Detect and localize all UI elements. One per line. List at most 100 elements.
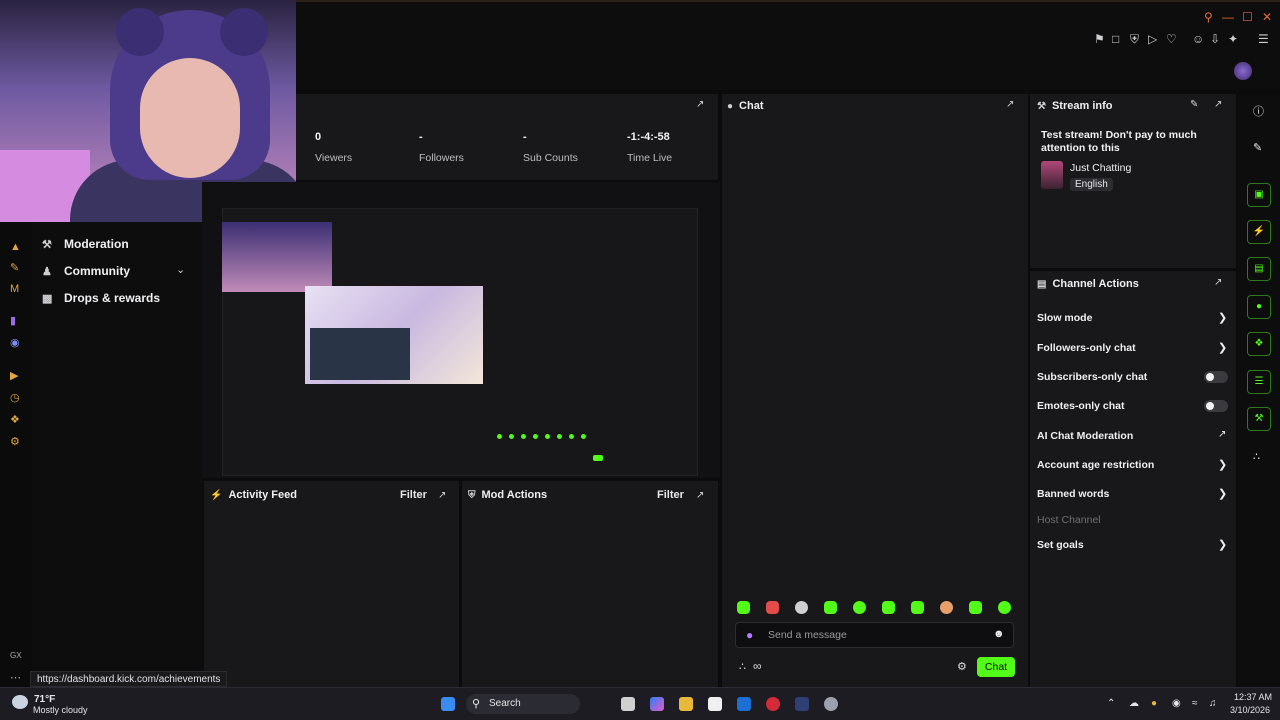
emote-icon[interactable]	[737, 601, 750, 614]
download-icon[interactable]: ⇩	[1210, 32, 1220, 46]
emoji-icon[interactable]: ☻	[993, 628, 1005, 640]
popout-icon[interactable]: ↗	[1214, 99, 1222, 110]
microphone-icon[interactable]: ●	[1151, 698, 1157, 709]
clock-icon[interactable]: ◷	[10, 392, 22, 404]
mail-icon[interactable]	[737, 697, 751, 711]
settings-dots-icon[interactable]: ∴	[739, 660, 746, 673]
emote-icon[interactable]	[882, 601, 895, 614]
cloud-icon[interactable]: ☁	[1129, 698, 1139, 709]
sidebar-item-moderation[interactable]: ⚒ Moderation	[42, 235, 129, 253]
emote-icon[interactable]	[969, 601, 982, 614]
action-banned-words[interactable]: Banned words	[1037, 488, 1109, 500]
mail-icon[interactable]: M	[10, 283, 22, 295]
pencil-icon[interactable]: ✎	[1190, 99, 1198, 110]
popout-icon[interactable]: ↗	[696, 490, 704, 501]
volume-icon[interactable]: ♫	[1209, 698, 1217, 709]
action-followers-only-chat[interactable]: Followers-only chat	[1037, 342, 1136, 354]
action-slow-mode[interactable]: Slow mode	[1037, 312, 1092, 324]
category-thumbnail[interactable]	[1041, 161, 1063, 189]
mod-filter-button[interactable]: Filter	[657, 489, 684, 501]
popout-icon[interactable]: ↗	[696, 99, 704, 110]
twitch-icon[interactable]: ▮	[10, 315, 22, 327]
info-icon[interactable]: ⓘ	[1253, 103, 1264, 119]
chevron-right-icon[interactable]: ❯	[1218, 487, 1227, 500]
note-icon[interactable]: ✎	[10, 262, 22, 274]
action-emotes-only-chat[interactable]: Emotes-only chat	[1037, 400, 1125, 412]
emote-icon[interactable]	[766, 601, 779, 614]
taskbar-time[interactable]: 12:37 AM	[1234, 692, 1272, 702]
send-chat-button[interactable]: Chat	[977, 657, 1015, 677]
maximize-icon[interactable]: ☐	[1242, 10, 1253, 24]
chat-input[interactable]: ● Send a message ☻	[735, 622, 1014, 648]
chevron-right-icon[interactable]: ❯	[1218, 458, 1227, 471]
infinity-icon[interactable]: ∞	[753, 659, 762, 673]
layers-icon[interactable]: ☰	[1247, 370, 1271, 394]
search-icon[interactable]: ⚲	[1204, 10, 1213, 24]
action-account-age-restriction[interactable]: Account age restriction	[1037, 459, 1154, 471]
ai-icon[interactable]: ✦	[1228, 32, 1238, 46]
activity-filter-button[interactable]: Filter	[400, 489, 427, 501]
settings-icon[interactable]: ⚙	[10, 436, 22, 448]
gx-label[interactable]: GX	[10, 650, 22, 662]
action-ai-chat-moderation[interactable]: AI Chat Moderation	[1037, 430, 1133, 442]
emote-icon[interactable]	[853, 601, 866, 614]
emote-icon[interactable]	[795, 601, 808, 614]
weather-temp[interactable]: 71°F	[34, 694, 55, 705]
flask-icon[interactable]: ▲	[10, 241, 22, 253]
wrench-icon[interactable]: ⚒	[1247, 407, 1271, 431]
emote-icon[interactable]	[998, 601, 1011, 614]
document-icon[interactable]: ▤	[1247, 257, 1271, 281]
puzzle-icon[interactable]: ❖	[10, 414, 22, 426]
pencil-icon[interactable]: ✎	[1253, 141, 1262, 154]
play-icon[interactable]: ▷	[1148, 32, 1157, 46]
sidebar-item-drops-rewards[interactable]: ▩ Drops & rewards	[42, 289, 160, 307]
popout-icon[interactable]: ↗	[1006, 99, 1014, 110]
action-subscribers-only-chat[interactable]: Subscribers-only chat	[1037, 371, 1147, 383]
chevron-right-icon[interactable]: ❯	[1218, 311, 1227, 324]
task-view-icon[interactable]	[621, 697, 635, 711]
chevron-right-icon[interactable]: ❯	[1218, 341, 1227, 354]
popout-icon[interactable]: ↗	[1214, 277, 1222, 288]
sidebar-item-community[interactable]: ♟ Community	[42, 262, 130, 280]
user-avatar[interactable]	[1234, 62, 1252, 80]
capture-icon[interactable]: ▣	[1247, 183, 1271, 207]
store-icon[interactable]	[708, 697, 722, 711]
apps-icon[interactable]: ∴	[1253, 450, 1260, 463]
close-icon[interactable]: ✕	[1262, 10, 1272, 24]
play-circle-icon[interactable]: ▶	[10, 370, 22, 382]
broadcast-icon[interactable]: ❖	[1247, 332, 1271, 356]
external-link-icon[interactable]: ↗	[1218, 429, 1226, 440]
tray-chevron-icon[interactable]: ⌃	[1107, 698, 1115, 709]
wifi-icon[interactable]: ≈	[1192, 698, 1198, 709]
app-icon[interactable]	[795, 697, 809, 711]
emotes-only-toggle[interactable]	[1204, 400, 1228, 412]
chat-bubble-icon[interactable]: ●	[1247, 295, 1271, 319]
chevron-right-icon[interactable]: ❯	[1218, 538, 1227, 551]
subscribers-only-toggle[interactable]	[1204, 371, 1228, 383]
network-icon[interactable]: ◉	[1172, 698, 1181, 709]
shield-icon[interactable]: ⛨	[1130, 32, 1139, 46]
file-explorer-icon[interactable]	[679, 697, 693, 711]
emote-icon[interactable]	[911, 601, 924, 614]
minimize-icon[interactable]: —	[1222, 10, 1234, 24]
discord-icon[interactable]: ◉	[10, 337, 22, 349]
category-name[interactable]: Just Chatting	[1070, 162, 1131, 174]
microphone-icon[interactable]: ●	[746, 628, 753, 642]
weather-desc[interactable]: Mostly cloudy	[33, 705, 88, 715]
profile-icon[interactable]: ☺	[1192, 32, 1204, 46]
menu-icon[interactable]: ☰	[1258, 32, 1269, 46]
lightning-icon[interactable]: ⚡	[1247, 220, 1271, 244]
opera-gx-icon[interactable]	[766, 697, 780, 711]
taskbar-search[interactable]: ⚲ Search	[466, 694, 580, 714]
chevron-down-icon[interactable]: ⌄	[176, 263, 185, 276]
weather-icon[interactable]	[12, 695, 28, 709]
gear-icon[interactable]: ⚙	[957, 660, 967, 673]
popout-icon[interactable]: ↗	[438, 490, 446, 501]
taskbar-date[interactable]: 3/10/2026	[1230, 705, 1270, 715]
emote-icon[interactable]	[824, 601, 837, 614]
screenshot-icon[interactable]: □	[1112, 32, 1119, 46]
emote-icon[interactable]	[940, 601, 953, 614]
copilot-icon[interactable]	[650, 697, 664, 711]
more-icon[interactable]: ⋯	[10, 672, 22, 684]
action-set-goals[interactable]: Set goals	[1037, 539, 1084, 551]
